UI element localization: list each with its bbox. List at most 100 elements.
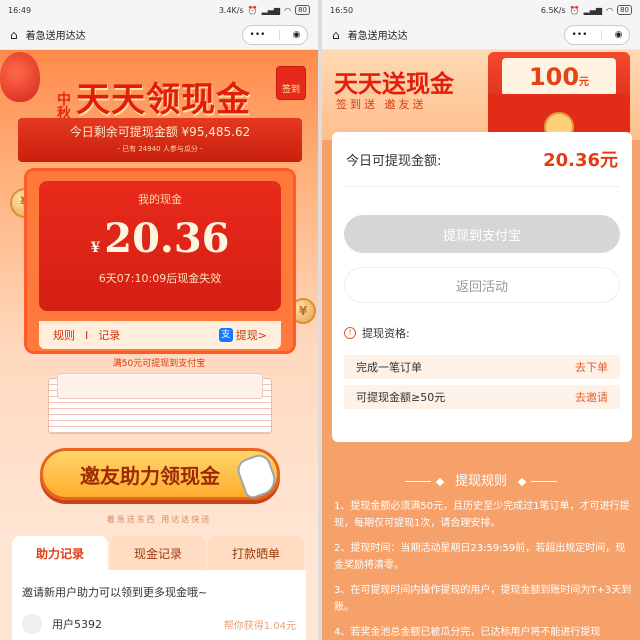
home-icon[interactable]: ⌂ bbox=[332, 28, 340, 42]
sign-in-button[interactable]: 签到 bbox=[276, 66, 306, 100]
invite-hint: 邀请新用户助力可以领到更多现金哦~ bbox=[22, 586, 208, 599]
expire-countdown: 6天07:10:09后现金失效 bbox=[98, 272, 222, 285]
qualification-label: 完成一笔订单 bbox=[356, 361, 422, 374]
wifi-icon: ◠ bbox=[284, 5, 292, 15]
more-icon[interactable]: ••• bbox=[572, 30, 588, 40]
qualification-label: 可提现金额≥50元 bbox=[356, 391, 446, 404]
page-title: 中秋 天天领现金 bbox=[56, 72, 251, 121]
records-panel: 邀请新用户助力可以领到更多现金哦~ 用户5392 帮你获得1.04元 bbox=[12, 570, 306, 640]
place-order-link[interactable]: 去下单 bbox=[575, 359, 608, 375]
nav-bar: ⌂ 着急送用达达 ••• ◉ bbox=[322, 20, 640, 50]
home-icon[interactable]: ⌂ bbox=[10, 28, 18, 42]
cash-stack-illustration bbox=[48, 373, 272, 434]
cash-box: 我的现金 ¥20.36 6天07:10:09后现金失效 规则 I 记录 支 提现… bbox=[24, 168, 296, 354]
tab-payout-posts[interactable]: 打款晒单 bbox=[208, 536, 304, 570]
avatar bbox=[22, 614, 42, 634]
red-envelope: 100元 bbox=[488, 52, 630, 142]
alarm-icon: ⏰ bbox=[247, 5, 258, 15]
user-name: 用户5392 bbox=[52, 618, 102, 631]
capsule-menu: ••• ◉ bbox=[564, 24, 630, 45]
cash-links: 规则 I 记录 支 提现> bbox=[39, 321, 281, 349]
tab-cash-records[interactable]: 现金记录 bbox=[110, 536, 206, 570]
withdraw-threshold-tip: 满50元可提现到支付宝 bbox=[112, 359, 206, 369]
currency-symbol: ¥ bbox=[90, 240, 101, 256]
rules-title: 提现规则 bbox=[454, 474, 507, 489]
qualification-row: 可提现金额≥50元 去邀请 bbox=[344, 385, 620, 409]
withdraw-link[interactable]: 提现> bbox=[236, 327, 267, 343]
page-title: 天天送现金 bbox=[334, 69, 454, 98]
heading-diamond bbox=[435, 477, 445, 486]
cash-value: 20.36 bbox=[104, 215, 230, 262]
remaining-amount: 今日剩余可提现金额 ¥95,485.62 bbox=[69, 125, 251, 139]
withdraw-alipay-button[interactable]: 提现到支付宝 bbox=[344, 215, 620, 253]
status-bar: 16:50 6.5K/s ⏰ ▂▄▆ ◠ 80 bbox=[322, 0, 640, 20]
record-tabs: 助力记录 现金记录 打款晒单 bbox=[12, 536, 306, 570]
qualification-title: 提现资格: bbox=[362, 327, 410, 340]
status-time: 16:50 bbox=[330, 5, 354, 15]
title-text: 天天领现金 bbox=[76, 80, 251, 120]
today-label: 今日可提现金额: bbox=[346, 153, 442, 169]
close-target-icon[interactable]: ◉ bbox=[293, 30, 301, 40]
more-icon[interactable]: ••• bbox=[250, 30, 266, 40]
lantern-icon bbox=[0, 52, 40, 102]
cash-card: 我的现金 ¥20.36 6天07:10:09后现金失效 bbox=[39, 181, 281, 311]
heading-diamond bbox=[517, 477, 527, 486]
nav-title: 着急送用达达 bbox=[25, 31, 86, 42]
envelope-value: 100 bbox=[528, 63, 580, 91]
capsule-menu: ••• ◉ bbox=[242, 24, 308, 45]
qualification-row: 完成一笔订单 去下单 bbox=[344, 355, 620, 379]
rules-link[interactable]: 规则 bbox=[53, 327, 75, 343]
list-item: 用户5392 帮你获得1.04元 bbox=[12, 614, 306, 634]
status-icons: 3.4K/s ⏰ ▂▄▆ ◠ 80 bbox=[219, 5, 310, 15]
withdraw-card: 今日可提现金额: 20.36元 提现到支付宝 返回活动 ! 提现资格: 完成一笔… bbox=[332, 132, 632, 442]
info-icon: ! bbox=[344, 327, 356, 339]
rules-list: 1、提现金额必须满50元，且历史至少完成过1笔订单，才可进行提现，每期仅可提现1… bbox=[334, 498, 632, 640]
signal-icon: ▂▄▆ bbox=[583, 5, 603, 15]
today-amount: 20.36元 bbox=[543, 150, 618, 171]
right-screen: 16:50 6.5K/s ⏰ ▂▄▆ ◠ 80 ⌂ 着急送用达达 ••• ◉ 天… bbox=[322, 0, 640, 640]
link-separator: I bbox=[85, 328, 89, 342]
status-time: 16:49 bbox=[8, 5, 32, 15]
status-bar: 16:49 3.4K/s ⏰ ▂▄▆ ◠ 80 bbox=[0, 0, 318, 20]
rule-item: 2、提现时间：当期活动星期日23:59:59前，若超出规定时间，现金奖励将清零。 bbox=[334, 543, 626, 571]
rule-item: 4、若奖金池总金额已被瓜分完，已达标用户将不能进行提现 bbox=[334, 627, 601, 638]
rule-item: 1、提现金额必须满50元，且历史至少完成过1笔订单，才可进行提现，每期仅可提现1… bbox=[334, 501, 630, 529]
network-speed: 3.4K/s bbox=[218, 5, 244, 15]
today-withdrawable: 今日可提现金额: 20.36元 bbox=[332, 132, 632, 186]
my-cash-label: 我的现金 bbox=[138, 193, 182, 206]
divider bbox=[344, 186, 620, 187]
heading-dash bbox=[404, 481, 431, 482]
cash-stack-top bbox=[57, 373, 263, 399]
close-target-icon[interactable]: ◉ bbox=[615, 30, 623, 40]
nav-title: 着急送用达达 bbox=[347, 31, 408, 42]
remaining-ribbon: 今日剩余可提现金额 ¥95,485.62 - 已有 24940 人参与瓜分 - bbox=[18, 118, 302, 162]
cash-amount: ¥20.36 bbox=[39, 215, 281, 262]
qualification-header: ! 提现资格: bbox=[332, 303, 632, 349]
capsule-divider bbox=[600, 29, 602, 40]
records-link[interactable]: 记录 bbox=[98, 327, 120, 343]
page-subtitle: 签到送 邀友送 bbox=[336, 98, 427, 111]
user-earned: 帮你获得1.04元 bbox=[223, 620, 296, 632]
left-screen: 16:49 3.4K/s ⏰ ▂▄▆ ◠ 80 ⌂ 着急送用达达 ••• ◉ ¥… bbox=[0, 0, 318, 640]
envelope-amount: 100元 bbox=[502, 58, 616, 96]
capsule-divider bbox=[278, 29, 280, 40]
envelope-unit: 元 bbox=[579, 77, 590, 88]
invite-link[interactable]: 去邀请 bbox=[575, 389, 608, 405]
alipay-icon: 支 bbox=[218, 328, 233, 342]
battery-icon: 80 bbox=[617, 5, 632, 15]
wifi-icon: ◠ bbox=[606, 5, 614, 15]
slogan: 着急送东西 用达达快送 bbox=[106, 515, 212, 524]
rule-item: 3、在可提现时间内操作提现的用户，提现金额到账时间为T+3天到账。 bbox=[334, 585, 632, 613]
alarm-icon: ⏰ bbox=[569, 5, 580, 15]
zhongqiu-badge: 中秋 bbox=[57, 92, 71, 122]
rules-heading: 提现规则 bbox=[322, 470, 640, 489]
battery-icon: 80 bbox=[295, 5, 310, 15]
network-speed: 6.5K/s bbox=[540, 5, 566, 15]
back-to-activity-button[interactable]: 返回活动 bbox=[344, 267, 620, 303]
heading-dash bbox=[531, 481, 558, 482]
tab-help-records[interactable]: 助力记录 bbox=[12, 536, 108, 570]
status-icons: 6.5K/s ⏰ ▂▄▆ ◠ 80 bbox=[541, 5, 632, 15]
participants-count: - 已有 24940 人参与瓜分 - bbox=[117, 145, 203, 153]
signal-icon: ▂▄▆ bbox=[261, 5, 281, 15]
nav-bar: ⌂ 着急送用达达 ••• ◉ bbox=[0, 20, 318, 50]
